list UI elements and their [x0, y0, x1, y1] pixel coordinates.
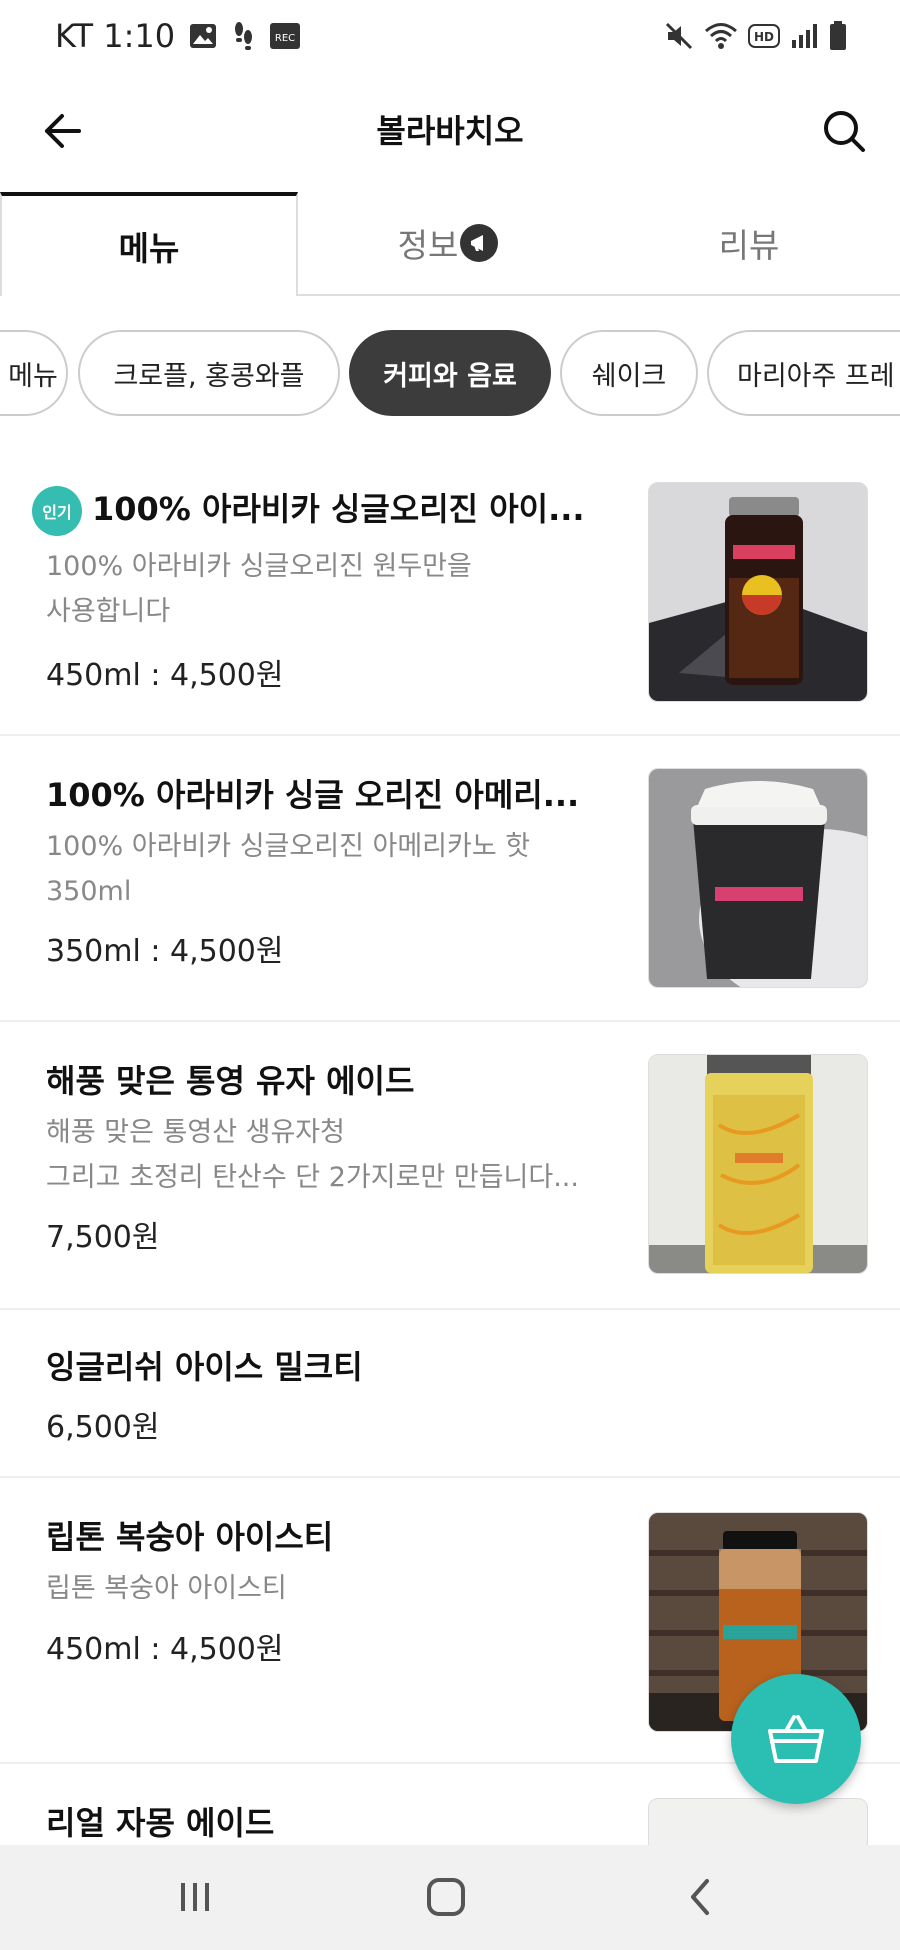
tab-label: 리뷰 [718, 226, 780, 265]
svg-text:HD: HD [754, 30, 774, 44]
chip-shake[interactable]: 쉐이크 [560, 330, 698, 416]
item-name: 100% 아라비카 싱글오리진 아이... [92, 490, 585, 528]
chip-menu[interactable]: 메뉴 [0, 330, 68, 416]
search-button[interactable] [812, 101, 876, 161]
megaphone-icon [460, 224, 499, 262]
tab-info[interactable]: 정보 [298, 192, 598, 296]
status-bar: KT 1:10 REC HD [0, 0, 900, 72]
item-image-hot-americano [648, 768, 868, 988]
search-icon [824, 111, 865, 152]
item-name: 해풍 맞은 통영 유자 에이드 [46, 1062, 415, 1100]
item-desc-line: 그리고 초정리 탄산수 단 2가지로만 만듭니다... [46, 1162, 579, 1193]
home-button[interactable] [406, 1867, 486, 1927]
chip-label: 커피와 음료 [383, 360, 517, 392]
item-name: 립톤 복숭아 아이스티 [46, 1518, 334, 1556]
app-screen: KT 1:10 REC HD 볼라바치오 메뉴 정보 리뷰 메뉴 크로플, 홍콩… [0, 0, 900, 1950]
popular-badge: 인기 [32, 486, 82, 536]
chip-label: 쉐이크 [591, 360, 667, 392]
hd-icon: HD [748, 23, 780, 49]
menu-item[interactable]: 100% 아라비카 싱글 오리진 아메리... 100% 아라비카 싱글오리진 … [0, 736, 900, 1022]
cart-basket-icon [768, 1715, 824, 1763]
status-time: KT 1:10 [55, 17, 176, 55]
chip-mariage[interactable]: 마리아주 프레 [707, 330, 900, 416]
gallery-icon [189, 23, 217, 49]
item-price: 450ml : 4,500원 [46, 1632, 284, 1667]
item-desc-line: 100% 아라비카 싱글오리진 아메리카노 핫 [46, 831, 531, 862]
cart-button[interactable] [731, 1674, 861, 1804]
item-desc-line: 사용합니다 [46, 596, 171, 627]
item-image-iced-coffee [648, 482, 868, 702]
svg-text:REC: REC [275, 33, 295, 44]
tab-menu[interactable]: 메뉴 [0, 192, 298, 296]
wifi-icon [704, 21, 738, 51]
item-price: 7,500원 [46, 1220, 160, 1255]
tab-label: 메뉴 [118, 229, 180, 268]
item-price: 6,500원 [46, 1410, 160, 1445]
item-image-yuja-ade [648, 1054, 868, 1274]
tab-review[interactable]: 리뷰 [598, 192, 900, 296]
chip-label: 마리아주 프레 [737, 360, 895, 392]
chip-croffle[interactable]: 크로플, 홍콩와플 [78, 330, 340, 416]
recent-apps-button[interactable] [155, 1867, 235, 1927]
signal-icon [790, 22, 818, 50]
rec-icon: REC [269, 22, 301, 50]
menu-item[interactable]: 해풍 맞은 통영 유자 에이드 해풍 맞은 통영산 생유자청 그리고 초정리 탄… [0, 1022, 900, 1310]
menu-item[interactable]: 인기 100% 아라비카 싱글오리진 아이... 100% 아라비카 싱글오리진 … [0, 450, 900, 736]
item-price: 450ml : 4,500원 [46, 658, 284, 693]
chip-label: 메뉴 [8, 360, 58, 392]
chip-label: 크로플, 홍콩와플 [113, 360, 305, 392]
category-chips: 메뉴 크로플, 홍콩와플 커피와 음료 쉐이크 마리아주 프레 [0, 328, 900, 418]
footsteps-icon [231, 21, 255, 51]
system-nav-bar [0, 1845, 900, 1950]
item-desc-line: 350ml [46, 876, 132, 907]
item-name: 100% 아라비카 싱글 오리진 아메리... [46, 776, 580, 814]
item-name: 잉글리쉬 아이스 밀크티 [46, 1348, 363, 1386]
home-icon [427, 1878, 465, 1916]
item-price: 350ml : 4,500원 [46, 934, 284, 969]
menu-item[interactable]: 잉글리쉬 아이스 밀크티 6,500원 [0, 1310, 900, 1478]
back-icon [691, 1879, 709, 1915]
item-desc-line: 해풍 맞은 통영산 생유자청 [46, 1117, 345, 1148]
item-name-row: 인기 100% 아라비카 싱글오리진 아이... [32, 484, 622, 536]
page-title: 볼라바치오 [376, 112, 524, 150]
item-name: 리얼 자몽 에이드 [46, 1804, 275, 1842]
item-desc-line: 립톤 복숭아 아이스티 [46, 1573, 287, 1604]
chip-coffee-drinks[interactable]: 커피와 음료 [349, 330, 551, 416]
battery-icon [828, 20, 848, 52]
recent-apps-icon [181, 1883, 209, 1911]
tab-bar: 메뉴 정보 리뷰 [0, 192, 900, 296]
item-desc-line: 100% 아라비카 싱글오리진 원두만을 [46, 551, 472, 582]
app-header: 볼라바치오 [0, 86, 900, 176]
mute-icon [664, 21, 694, 51]
system-back-button[interactable] [660, 1867, 740, 1927]
tab-label: 정보 [397, 226, 459, 265]
